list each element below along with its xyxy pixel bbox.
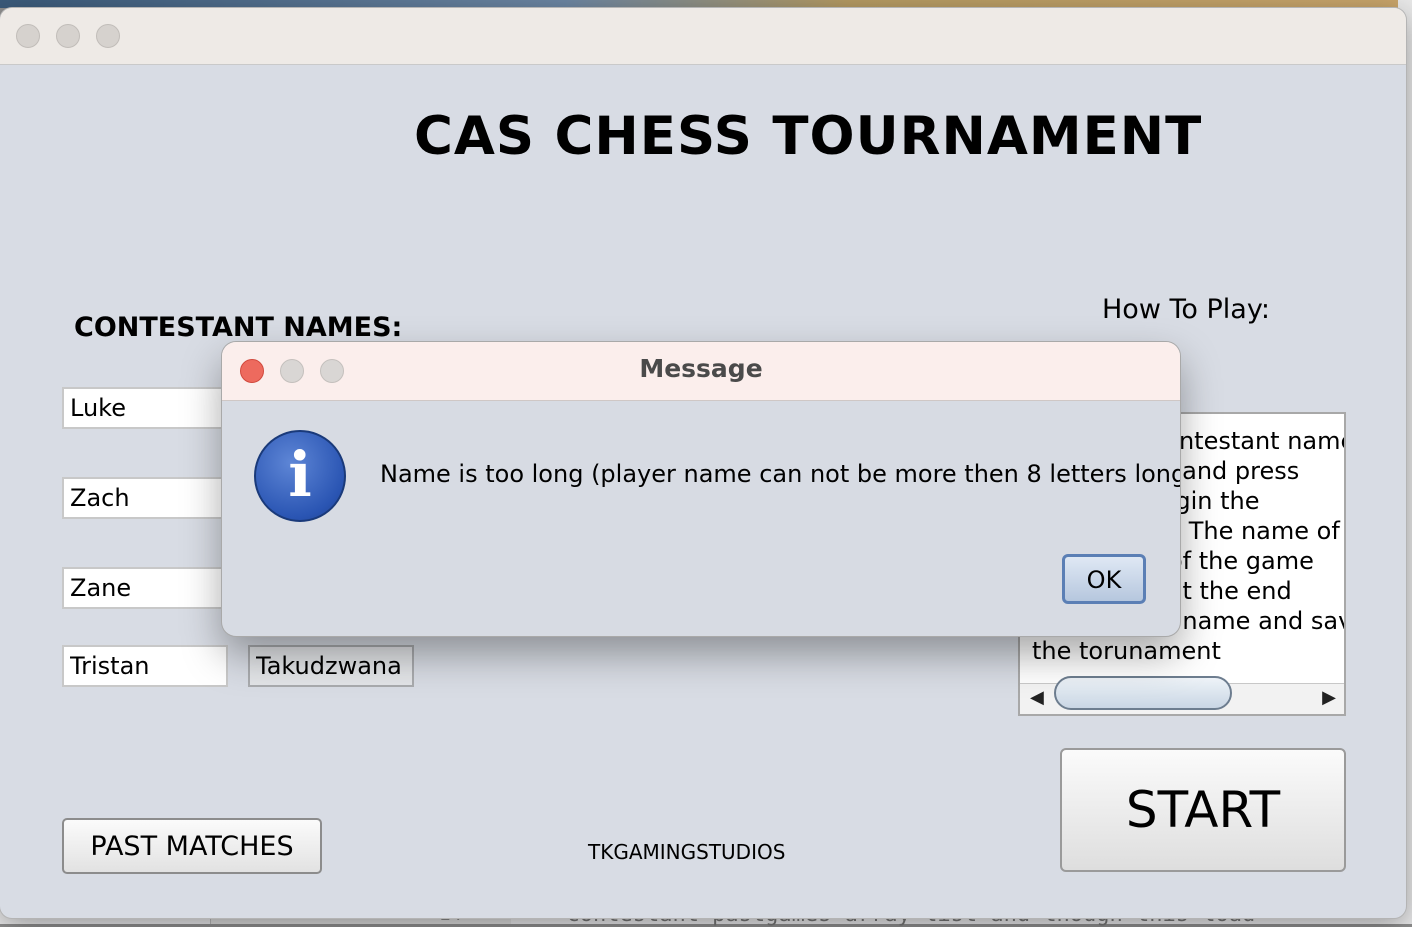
ok-button[interactable]: OK — [1062, 554, 1146, 604]
horizontal-scrollbar[interactable]: ◀ ▶ — [1020, 676, 1344, 714]
contestant-name-field-3[interactable] — [62, 567, 232, 609]
contestant-name-field-4[interactable] — [62, 645, 228, 687]
app-title: CAS CHESS TOURNAMENT — [414, 106, 1203, 167]
info-icon: i — [254, 430, 346, 522]
contestant-names-label: CONTESTANT NAMES: — [74, 312, 403, 343]
past-matches-button[interactable]: PAST MATCHES — [62, 818, 322, 874]
dialog-message: Name is too long (player name can not be… — [380, 460, 1180, 488]
contestant-name-field-2[interactable] — [62, 477, 232, 519]
contestant-name-field-1[interactable] — [62, 387, 232, 429]
window-close-button[interactable] — [16, 24, 40, 48]
window-zoom-button[interactable] — [96, 24, 120, 48]
contestant-name-field-5[interactable] — [248, 645, 414, 687]
dialog-title: Message — [639, 354, 763, 383]
start-button[interactable]: START — [1060, 748, 1346, 872]
studio-footer: TKGAMINGSTUDIOS — [588, 840, 786, 864]
scrollbar-thumb[interactable] — [1054, 676, 1232, 710]
window-titlebar[interactable] — [0, 8, 1406, 65]
how-to-play-label: How To Play: — [1102, 294, 1270, 325]
scroll-right-icon[interactable]: ▶ — [1322, 687, 1336, 708]
desktop-background — [0, 0, 1412, 8]
scroll-left-icon[interactable]: ◀ — [1030, 687, 1044, 708]
dialog-titlebar[interactable]: Message — [222, 342, 1180, 401]
message-dialog: Message i Name is too long (player name … — [222, 342, 1180, 636]
window-minimize-button[interactable] — [56, 24, 80, 48]
